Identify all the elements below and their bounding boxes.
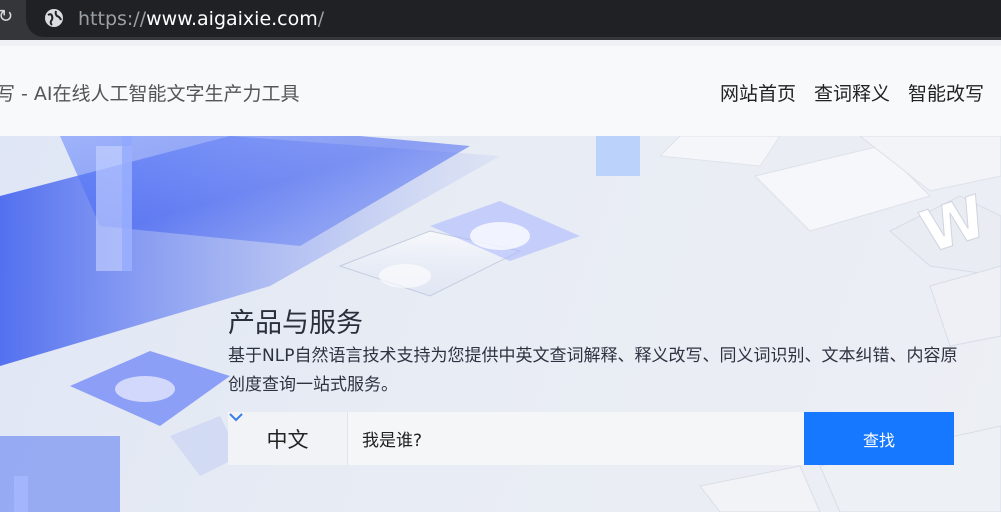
language-label: 中文 [266, 427, 309, 452]
search-input[interactable] [348, 412, 804, 465]
language-select[interactable]: 中文 [228, 412, 348, 465]
url-path: / [317, 8, 325, 30]
main-nav: 网站首页 查词释义 智能改写 用 [720, 79, 1001, 106]
reload-icon[interactable]: ↻ [0, 6, 13, 28]
site-header: 写 - AI在线人工智能文字生产力工具 网站首页 查词释义 智能改写 用 [0, 46, 1001, 136]
nav-item-rewrite[interactable]: 智能改写 [908, 79, 984, 106]
hero-description: 基于NLP自然语言技术支持为您提供中英文查词解释、释义改写、同义词识别、文本纠错… [228, 346, 958, 395]
site-tagline[interactable]: 写 - AI在线人工智能文字生产力工具 [0, 79, 300, 106]
globe-icon [45, 9, 63, 27]
nav-item-dictionary[interactable]: 查词释义 [814, 79, 890, 106]
hero-title: 产品与服务 [228, 308, 363, 339]
url-host: www.aigaixie.com [146, 8, 318, 30]
chevron-down-icon [229, 413, 243, 422]
nav-item-home[interactable]: 网站首页 [720, 79, 796, 106]
search-button[interactable]: 查找 [804, 412, 954, 465]
search-bar: 中文 查找 [228, 412, 954, 465]
browser-toolbar: ↻ https://www.aigaixie.com/ [0, 0, 1001, 40]
url-text[interactable]: https://www.aigaixie.com/ [78, 6, 324, 32]
url-scheme: https:// [78, 8, 147, 30]
hero-banner: W 产品与服务 基于NLP自然语言技术支持为您提供中英文查词解释、释义改写、同义… [0, 136, 1001, 512]
